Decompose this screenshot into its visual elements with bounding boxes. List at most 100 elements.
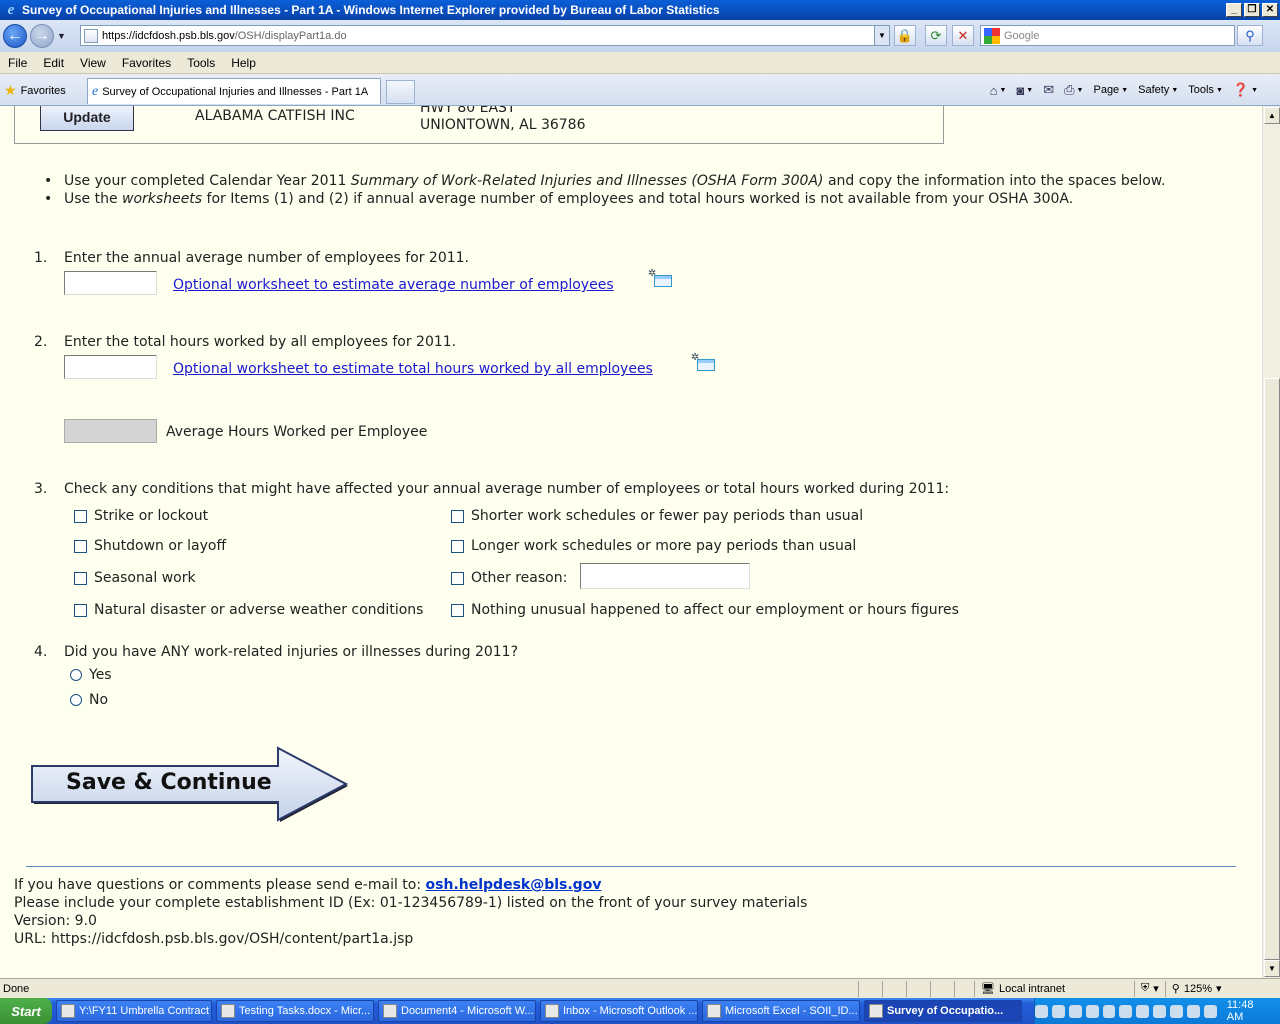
checkbox-nothing-unusual[interactable]: Nothing unusual happened to affect our e… [451,602,959,618]
new-tab-button[interactable] [386,80,415,104]
footer-divider [26,866,1236,867]
tab-survey[interactable]: e Survey of Occupational Injuries and Il… [87,78,381,104]
menu-file[interactable]: File [0,56,35,70]
checkbox-icon[interactable] [451,603,464,617]
menu-bar: File Edit View Favorites Tools Help [0,52,1280,74]
instruction-item: Use your completed Calendar Year 2011 Su… [44,172,1214,190]
protected-mode[interactable]: ⛨ ▾ [1134,980,1165,997]
home-icon: ⌂ [989,82,998,98]
home-button[interactable]: ⌂ ▼ [990,83,1007,98]
checkbox-longer-schedules[interactable]: Longer work schedules or more pay period… [451,538,856,554]
command-bar: ⌂ ▼ ◙ ▼ ✉ ⎙ ▼ Page ▼ Safety ▼ Tools ▼ ❓ ▼ [990,82,1258,98]
page-icon [84,28,98,43]
radio-no[interactable]: No [70,692,108,708]
scroll-down-icon[interactable]: ▼ [1264,960,1280,977]
radio-yes[interactable]: Yes [70,667,112,683]
task-excel[interactable]: Microsoft Excel - SOII_ID... [702,1000,860,1022]
other-reason-input[interactable] [580,563,750,589]
forward-button[interactable]: → [30,24,54,48]
helpdesk-email-link[interactable]: osh.helpdesk@bls.gov [426,877,602,893]
checkbox-shorter-schedules[interactable]: Shorter work schedules or fewer pay peri… [451,508,863,524]
checkbox-other-reason[interactable]: Other reason: [451,570,567,586]
checkbox-icon[interactable] [451,509,464,523]
checkbox-shutdown[interactable]: Shutdown or layoff [74,538,226,554]
vertical-scrollbar[interactable]: ▲ ▼ [1262,106,1280,978]
recent-pages-dropdown[interactable]: ▼ [57,31,69,41]
tray-icon[interactable] [1068,1004,1082,1018]
task-word-document4[interactable]: Document4 - Microsoft W... [378,1000,536,1022]
address-dropdown-icon[interactable]: ▼ [874,26,889,45]
task-word-testing[interactable]: Testing Tasks.docx - Micr... [216,1000,374,1022]
footer: If you have questions or comments please… [14,877,808,947]
radio-icon[interactable] [70,694,82,706]
window-title-bar: e Survey of Occupational Injuries and Il… [0,0,1280,20]
stop-icon[interactable]: ✕ [952,25,974,46]
checkbox-icon[interactable] [451,539,464,553]
tray-icon[interactable] [1102,1004,1116,1018]
tray-icon[interactable] [1186,1004,1200,1018]
instructions-list: Use your completed Calendar Year 2011 Su… [44,172,1214,208]
outlook-icon [545,1004,559,1018]
tray-icon[interactable] [1170,1004,1183,1018]
menu-tools[interactable]: Tools [179,56,223,70]
task-outlook[interactable]: Inbox - Microsoft Outlook ... [540,1000,698,1022]
print-button[interactable]: ⎙ ▼ [1064,82,1083,98]
lock-icon[interactable]: 🔒 [894,25,916,46]
tray-icon[interactable] [1034,1004,1048,1018]
checkbox-seasonal[interactable]: Seasonal work [74,570,196,586]
favorites-bar: ★ Favorites e Survey of Occupational Inj… [0,74,1280,106]
tray-icon[interactable] [1136,1004,1150,1018]
scroll-up-icon[interactable]: ▲ [1264,107,1280,124]
zoom-control[interactable]: ⚲ 125% ▾ [1164,980,1228,997]
radio-icon[interactable] [70,669,82,681]
tray-icon[interactable] [1153,1004,1167,1018]
checkbox-disaster[interactable]: Natural disaster or adverse weather cond… [74,602,423,618]
task-ie-survey[interactable]: Survey of Occupatio... [864,1000,1022,1022]
employees-worksheet-link[interactable]: Optional worksheet to estimate average n… [173,277,614,293]
tray-icon[interactable] [1119,1004,1133,1018]
close-button[interactable]: ✕ [1262,3,1278,17]
checkbox-icon[interactable] [451,571,464,585]
restore-button[interactable]: ❐ [1244,3,1260,17]
google-icon [984,27,1000,44]
update-button[interactable]: Update [40,106,134,131]
security-zone: 🖥 Local intranet [974,980,1134,997]
tools-menu[interactable]: Tools ▼ [1188,84,1223,96]
task-folder[interactable]: Y:\FY11 Umbrella Contract [56,1000,212,1022]
window-title: Survey of Occupational Injuries and Illn… [22,3,720,17]
back-button[interactable]: ← [3,24,27,48]
checkbox-icon[interactable] [74,571,87,585]
help-button[interactable]: ❓ ▼ [1233,82,1258,98]
minimize-button[interactable]: _ [1226,3,1242,17]
hours-worksheet-link[interactable]: Optional worksheet to estimate total hou… [173,361,653,377]
employees-input[interactable] [64,271,157,295]
page-menu[interactable]: Page ▼ [1093,84,1128,96]
search-icon[interactable]: ⚲ [1237,25,1263,46]
save-continue-button[interactable]: Save & Continue [28,746,349,822]
menu-favorites[interactable]: Favorites [114,56,179,70]
checkbox-icon[interactable] [74,539,87,553]
mail-button[interactable]: ✉ [1043,82,1054,98]
tray-icon[interactable] [1051,1004,1065,1018]
hours-input[interactable] [64,355,157,379]
menu-view[interactable]: View [72,56,114,70]
checkbox-strike[interactable]: Strike or lockout [74,508,208,524]
checkbox-icon[interactable] [74,509,87,523]
favorites-button[interactable]: ★ Favorites [4,82,66,99]
safety-menu[interactable]: Safety ▼ [1138,84,1178,96]
start-button[interactable]: Start [0,998,52,1024]
menu-help[interactable]: Help [223,56,264,70]
tray-icon[interactable] [1085,1004,1099,1018]
address-toolbar: ← → ▼ https://idcfdosh.psb.bls.gov/OSH/d… [0,20,1280,52]
status-text: Done [3,982,30,995]
tray-icon[interactable] [1203,1004,1217,1018]
checkbox-icon[interactable] [74,603,87,617]
question-2: 2. Enter the total hours worked by all em… [34,334,457,350]
address-bar[interactable]: https://idcfdosh.psb.bls.gov/OSH/display… [80,25,890,46]
search-input[interactable]: Google [980,25,1235,46]
feeds-button[interactable]: ◙ ▼ [1016,83,1033,98]
refresh-icon[interactable]: ⟳ [925,25,947,46]
avg-hours-label: Average Hours Worked per Employee [166,424,428,440]
scroll-thumb[interactable] [1264,378,1280,960]
menu-edit[interactable]: Edit [35,56,72,70]
